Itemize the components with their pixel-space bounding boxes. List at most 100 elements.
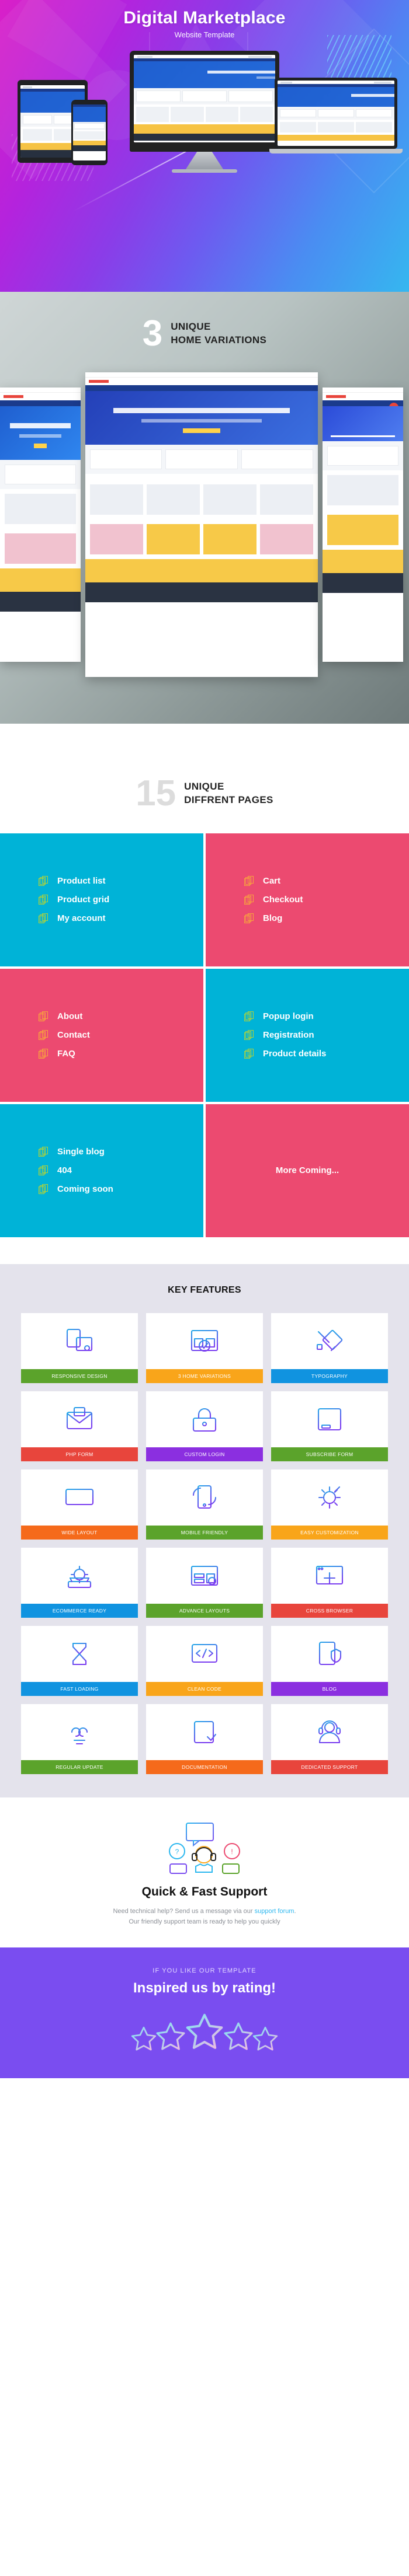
page-list-item[interactable]: Popup login [244, 1011, 409, 1022]
feature-card-label: RESPONSIVE DESIGN [21, 1369, 138, 1383]
feature-card-label: ECOMMERCE READY [21, 1603, 138, 1618]
pages-heading: 15 UNIQUE DIFFRENT PAGES [0, 752, 409, 812]
feature-card[interactable]: TYPOGRAPHY [271, 1313, 388, 1383]
custom-login-icon [189, 1391, 220, 1447]
clean-code-icon [189, 1626, 220, 1682]
page-list-item-label: Single blog [57, 1147, 105, 1157]
page-list-item-label: 404 [57, 1165, 72, 1176]
document-stack-icon [39, 1146, 48, 1157]
page-list-item[interactable]: Cart [244, 875, 409, 886]
feature-card[interactable]: WIDE LAYOUT [21, 1469, 138, 1540]
variations-heading: 3 UNIQUE HOME VARIATIONS [0, 292, 409, 352]
feature-card-label: ADVANCE LAYOUTS [146, 1603, 263, 1618]
variation-preview-3[interactable] [323, 388, 403, 662]
feature-card-label: DEDICATED SUPPORT [271, 1760, 388, 1774]
rating-kicker: IF YOU LIKE OUR TEMPLATE [152, 1967, 257, 1975]
more-coming-label: More Coming... [275, 1165, 339, 1176]
star-icon[interactable] [251, 2025, 280, 2054]
feature-card[interactable]: REGULAR UPDATE [21, 1704, 138, 1774]
feature-card-label: CROSS BROWSER [271, 1603, 388, 1618]
feature-card[interactable]: CLEAN CODE [146, 1625, 263, 1696]
feature-card[interactable]: EASY CUSTOMIZATION [271, 1469, 388, 1540]
page-list-item[interactable]: Single blog [39, 1146, 203, 1157]
document-stack-icon [244, 1011, 254, 1022]
variations-line1: UNIQUE [171, 320, 211, 332]
feature-card[interactable]: DEDICATED SUPPORT [271, 1704, 388, 1774]
pages-grid: Product list Product grid My account Cart Ch… [0, 833, 409, 1237]
feature-card[interactable]: CROSS BROWSER [271, 1547, 388, 1618]
responsive-design-icon [64, 1313, 95, 1369]
pages-section: 15 UNIQUE DIFFRENT PAGES Product list Pro… [0, 724, 409, 1237]
mobile-friendly-icon [189, 1469, 220, 1526]
feature-card[interactable]: RESPONSIVE DESIGN [21, 1313, 138, 1383]
feature-card[interactable]: SUBSCRIBE FORM [271, 1391, 388, 1461]
page-list-item[interactable]: FAQ [39, 1048, 203, 1059]
support-description: Need technical help? Send us a message v… [0, 1906, 409, 1928]
svg-text:?: ? [175, 1848, 179, 1856]
variation-previews [0, 372, 409, 677]
home-variations-section: 3 UNIQUE HOME VARIATIONS [0, 292, 409, 724]
page-subtitle: Website Template [174, 30, 235, 39]
feature-card[interactable]: ADVANCE LAYOUTS [146, 1547, 263, 1618]
document-stack-icon [39, 1029, 48, 1041]
feature-card[interactable]: MOBILE FRIENDLY [146, 1469, 263, 1540]
pages-cell: Cart Checkout Blog [206, 833, 409, 966]
feature-card-label: SUBSCRIBE FORM [271, 1447, 388, 1461]
feature-card[interactable]: BLOG [271, 1625, 388, 1696]
page-list-item-label: FAQ [57, 1049, 75, 1059]
feature-card[interactable]: DOCUMENTATION [146, 1704, 263, 1774]
support-line1-after: . [294, 1907, 296, 1915]
support-title: Quick & Fast Support [141, 1884, 268, 1898]
fast-loading-icon [64, 1626, 95, 1682]
page-title: Digital Marketplace [123, 8, 286, 27]
star-icon[interactable] [183, 2010, 226, 2054]
document-stack-icon [244, 1029, 254, 1041]
page-list-item-label: Registration [263, 1030, 314, 1041]
features-title: KEY FEATURES [168, 1284, 241, 1295]
feature-card-label: TYPOGRAPHY [271, 1369, 388, 1383]
rating-stars[interactable] [0, 2010, 409, 2054]
feature-card-label: 3 HOME VARIATIONS [146, 1369, 263, 1383]
page-list-item[interactable]: 404 [39, 1165, 203, 1176]
variation-preview-1[interactable] [0, 388, 81, 662]
pages-cell: About Contact FAQ [0, 968, 203, 1102]
pages-cell: Product list Product grid My account [0, 833, 203, 966]
page-list-item[interactable]: Blog [244, 913, 409, 924]
feature-card-label: MOBILE FRIENDLY [146, 1525, 263, 1540]
document-stack-icon [39, 1184, 48, 1195]
typography-icon [314, 1313, 345, 1369]
page-list-item-label: Blog [263, 913, 283, 924]
page-list-item[interactable]: Product details [244, 1048, 409, 1059]
page-list-item[interactable]: Registration [244, 1029, 409, 1041]
hero-banner: Digital Marketplace Website Template [0, 0, 409, 292]
feature-card[interactable]: CUSTOM LOGIN [146, 1391, 263, 1461]
support-forum-link[interactable]: support forum [255, 1908, 294, 1915]
page-list-item[interactable]: Product grid [39, 894, 203, 905]
page-list-item[interactable]: Product list [39, 875, 203, 886]
page-list-item-label: Cart [263, 876, 281, 886]
variation-preview-2[interactable] [85, 372, 318, 677]
support-line1-before: Need technical help? Send us a message v… [113, 1907, 255, 1915]
feature-card-label: PHP FORM [21, 1447, 138, 1461]
page-list-item[interactable]: Contact [39, 1029, 203, 1041]
pages-cell: More Coming... [206, 1104, 409, 1237]
feature-card[interactable]: PHP FORM [21, 1391, 138, 1461]
page-list-item[interactable]: My account [39, 913, 203, 924]
document-stack-icon [244, 894, 254, 905]
desktop-mockup [130, 51, 279, 173]
pages-line2: DIFFRENT PAGES [184, 794, 273, 805]
regular-update-icon [64, 1704, 95, 1760]
page-list-item-label: Product details [263, 1049, 327, 1059]
document-stack-icon [39, 894, 48, 905]
document-stack-icon [244, 875, 254, 886]
page-list-item[interactable]: Coming soon [39, 1184, 203, 1195]
dedicated-support-icon [314, 1704, 345, 1760]
feature-card[interactable]: FAST LOADING [21, 1625, 138, 1696]
page-list-item[interactable]: About [39, 1011, 203, 1022]
pages-cell: Single blog 404 Coming soon [0, 1104, 203, 1237]
page-list-item[interactable]: Checkout [244, 894, 409, 905]
feature-card[interactable]: 3 HOME VARIATIONS [146, 1313, 263, 1383]
feature-card[interactable]: ECOMMERCE READY [21, 1547, 138, 1618]
php-form-icon [64, 1391, 95, 1447]
page-list-item-label: My account [57, 913, 106, 924]
